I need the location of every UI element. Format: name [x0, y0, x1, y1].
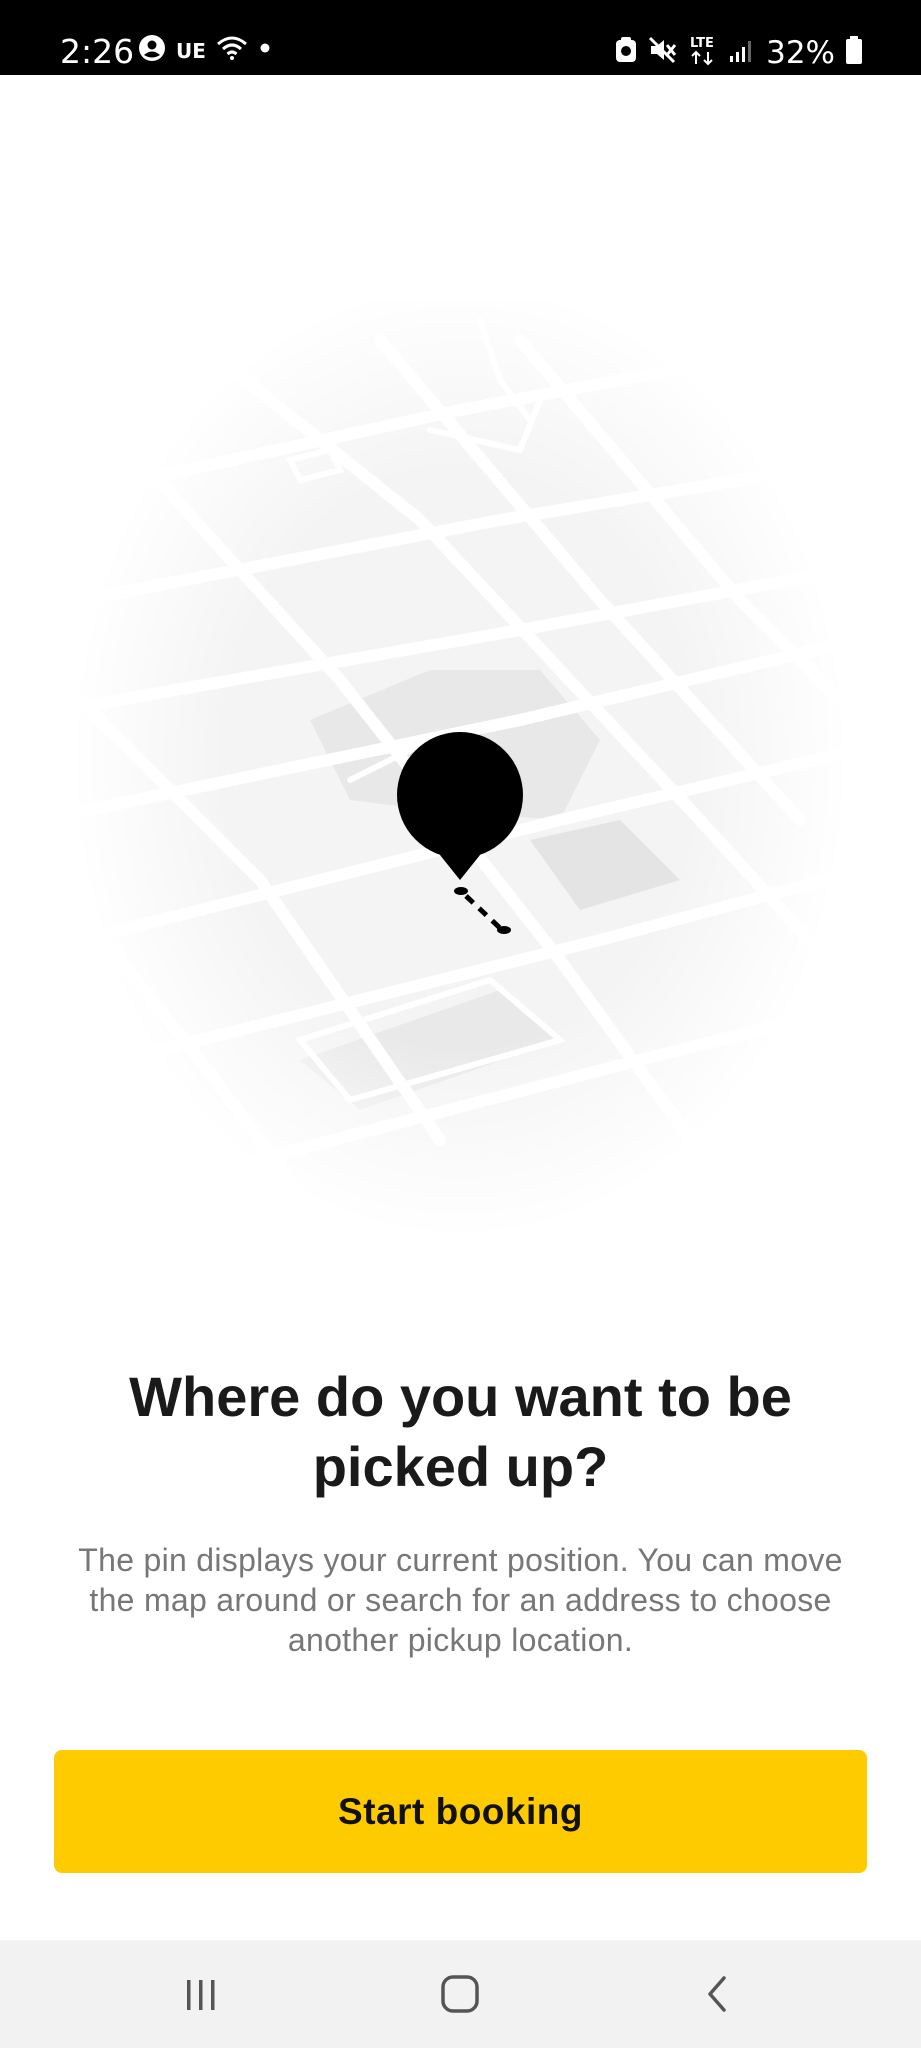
- status-time: 2:26: [60, 32, 135, 71]
- battery-icon: [845, 35, 863, 70]
- nfc-icon: [614, 36, 638, 69]
- home-icon: [441, 1975, 479, 2013]
- mute-icon: [648, 36, 678, 69]
- recents-icon: [187, 1980, 215, 2010]
- description-text: The pin displays your current position. …: [78, 1542, 843, 1658]
- signal-icon: [728, 36, 756, 69]
- status-bar: 2:26 UE LTE 32%: [0, 0, 921, 75]
- dot-icon: [258, 41, 272, 60]
- page-title: Where do you want to be picked up?: [129, 1365, 792, 1498]
- battery-percentage: 32%: [766, 34, 835, 71]
- wifi-icon: [216, 35, 248, 66]
- lte-label: LTE: [690, 36, 714, 51]
- back-button[interactable]: [648, 1940, 788, 2048]
- account-circle-icon: [138, 34, 166, 67]
- home-button[interactable]: [390, 1940, 530, 2048]
- system-nav-bar: [0, 1940, 921, 2048]
- map-illustration: [0, 280, 921, 1290]
- start-booking-button[interactable]: Start booking: [54, 1750, 867, 1873]
- back-icon: [708, 1976, 726, 2012]
- ue-icon: UE: [176, 38, 206, 63]
- lte-icon: LTE: [688, 34, 718, 71]
- recents-button[interactable]: [131, 1940, 271, 2048]
